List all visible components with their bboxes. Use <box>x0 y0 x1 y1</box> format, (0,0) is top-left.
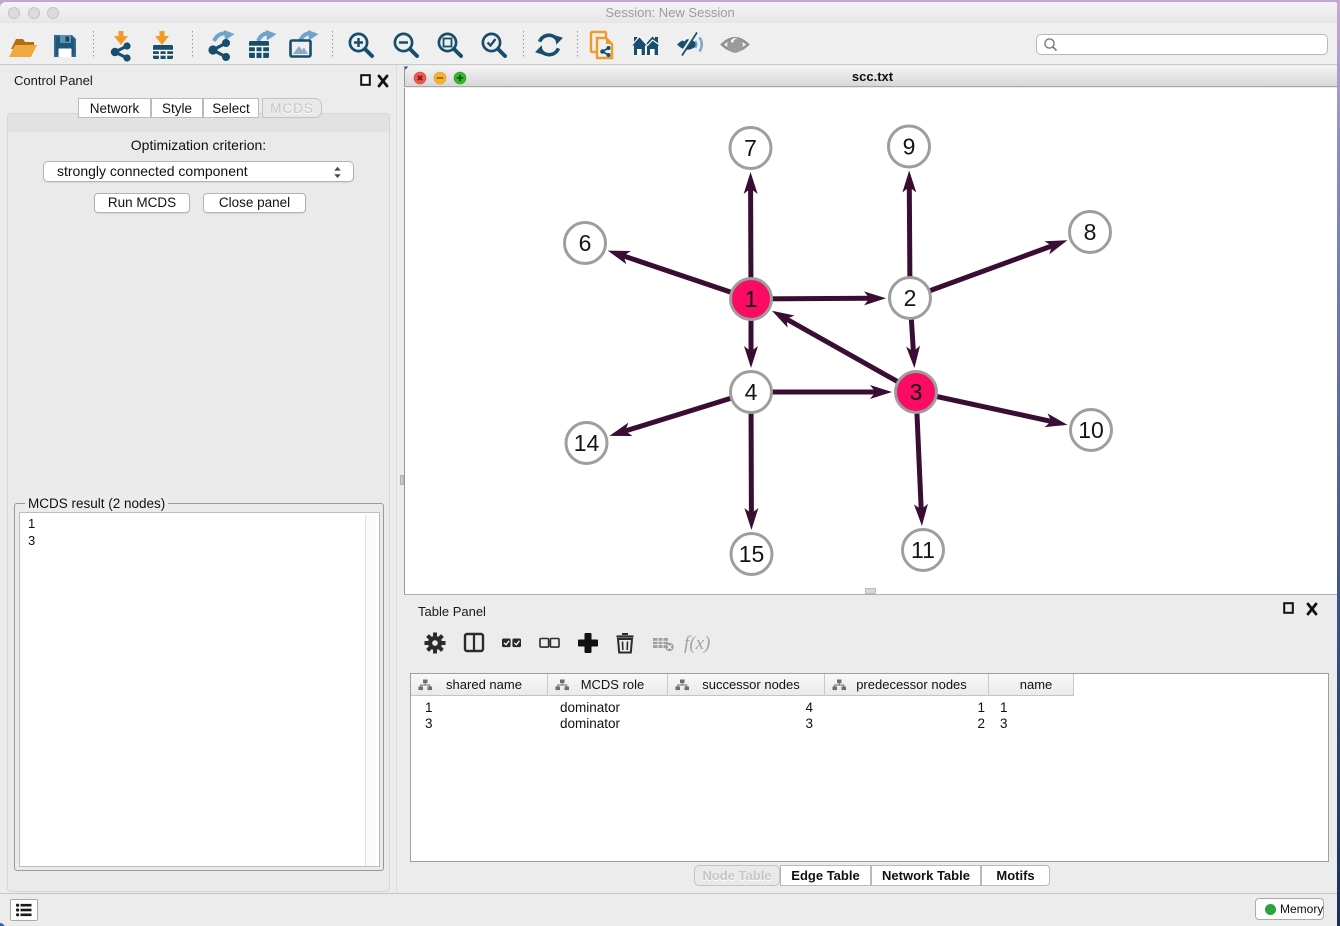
svg-text:10: 10 <box>1078 417 1104 443</box>
svg-text:6: 6 <box>579 230 592 256</box>
svg-text:f(x): f(x) <box>684 633 710 654</box>
svg-text:14: 14 <box>574 430 600 456</box>
svg-text:1: 1 <box>745 286 758 312</box>
svg-text:2: 2 <box>904 285 917 311</box>
svg-text:8: 8 <box>1084 219 1097 245</box>
svg-text:15: 15 <box>739 541 765 567</box>
svg-text:9: 9 <box>903 134 916 160</box>
svg-text:7: 7 <box>744 135 757 161</box>
svg-text:4: 4 <box>745 379 758 405</box>
svg-text:11: 11 <box>911 537 935 563</box>
svg-text:3: 3 <box>910 379 923 405</box>
